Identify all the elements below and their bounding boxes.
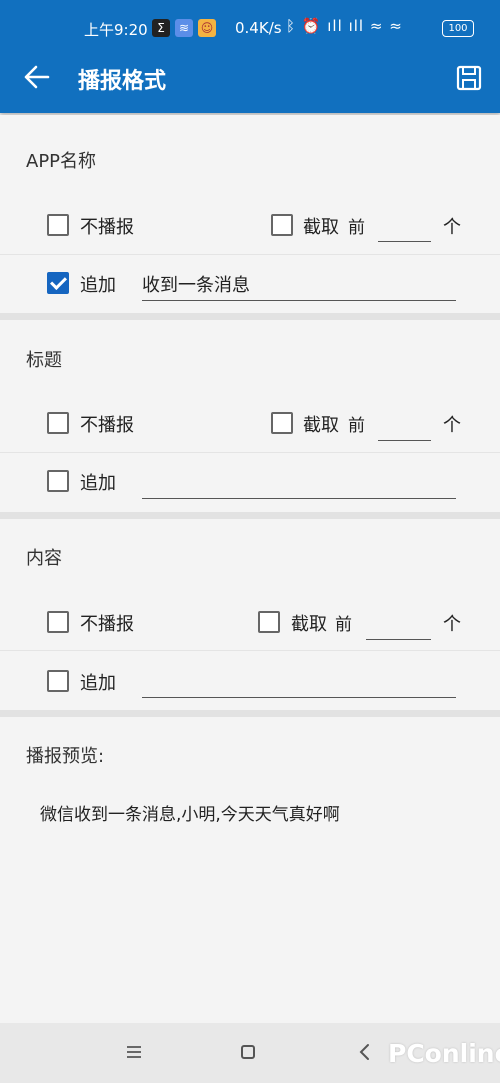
- home-icon[interactable]: [241, 1045, 255, 1059]
- signal-hd-icon: ıll: [327, 17, 343, 35]
- voice-icon: ≋: [175, 19, 193, 37]
- alarm-icon: ⏰: [301, 17, 322, 35]
- truncate-prefix: 前: [348, 416, 365, 436]
- no-broadcast-label: 不播报: [80, 614, 134, 635]
- no-broadcast-checkbox[interactable]: [47, 611, 69, 633]
- section-title: APP名称: [26, 151, 97, 172]
- section-divider: [0, 313, 500, 320]
- truncate-label: 截取: [303, 217, 339, 238]
- truncate-input-underline: [366, 639, 431, 640]
- section-title-field: 标题 不播报 截取 前 个 追加: [0, 320, 500, 512]
- truncate-checkbox[interactable]: [271, 412, 293, 434]
- status-bar: 上午9:20 Σ ≋ ☺ 0.4K/s ᛒ ⏰ ıll ıll ≈ ≈ 100: [0, 0, 500, 58]
- append-input-underline: [142, 697, 456, 698]
- watermark-logo: PConline: [388, 1039, 500, 1068]
- append-checkbox[interactable]: [47, 670, 69, 692]
- truncate-input-underline: [378, 440, 431, 441]
- battery-icon: 100: [442, 20, 474, 37]
- append-checkbox[interactable]: [47, 470, 69, 492]
- bluetooth-icon: ᛒ: [286, 17, 297, 35]
- sigma-icon: Σ: [152, 19, 170, 37]
- append-checkbox[interactable]: [47, 272, 69, 294]
- truncate-prefix: 前: [335, 615, 352, 635]
- wifi-icon: ≈: [389, 17, 403, 35]
- truncate-input-underline: [378, 241, 431, 242]
- net-speed: 0.4K/s: [235, 19, 282, 37]
- truncate-checkbox[interactable]: [258, 611, 280, 633]
- append-label: 追加: [80, 673, 116, 694]
- section-app-name: APP名称 不播报 截取 前 个 追加 收到一条消息: [0, 115, 500, 313]
- truncate-label: 截取: [303, 415, 339, 436]
- section-divider: [0, 710, 500, 717]
- truncate-prefix: 前: [348, 218, 365, 238]
- truncate-suffix: 个: [443, 217, 461, 238]
- back-arrow-icon[interactable]: [22, 62, 52, 92]
- preview-label: 播报预览:: [26, 746, 105, 767]
- wifi-icon: ≈: [369, 17, 384, 35]
- append-label: 追加: [80, 275, 116, 296]
- append-text-input[interactable]: 收到一条消息: [142, 271, 250, 297]
- append-input-underline: [142, 300, 456, 301]
- no-broadcast-label: 不播报: [80, 217, 134, 238]
- avatar-icon: ☺: [198, 19, 216, 37]
- status-time: 上午9:20: [84, 21, 148, 39]
- system-nav-bar: PConline: [0, 1023, 500, 1083]
- nav-back-icon[interactable]: [358, 1043, 372, 1061]
- append-input-underline: [142, 498, 456, 499]
- no-broadcast-checkbox[interactable]: [47, 214, 69, 236]
- menu-icon[interactable]: [126, 1045, 142, 1059]
- signal-hd-icon: ıll: [348, 17, 365, 35]
- preview-text: 微信收到一条消息,小明,今天天气真好啊: [40, 805, 340, 825]
- section-title: 内容: [26, 548, 62, 569]
- no-broadcast-checkbox[interactable]: [47, 412, 69, 434]
- status-icons: ᛒ ⏰ ıll ıll ≈ ≈: [286, 17, 403, 35]
- row-divider: [0, 452, 500, 453]
- no-broadcast-label: 不播报: [80, 415, 134, 436]
- section-content: 内容 不播报 截取 前 个 追加: [0, 519, 500, 710]
- truncate-label: 截取: [291, 614, 327, 635]
- app-bar: 上午9:20 Σ ≋ ☺ 0.4K/s ᛒ ⏰ ıll ıll ≈ ≈ 100 …: [0, 0, 500, 113]
- section-divider: [0, 512, 500, 519]
- save-icon[interactable]: [456, 65, 482, 91]
- page-title: 播报格式: [78, 69, 167, 94]
- row-divider: [0, 650, 500, 651]
- truncate-checkbox[interactable]: [271, 214, 293, 236]
- truncate-suffix: 个: [443, 415, 461, 436]
- section-title: 标题: [26, 350, 62, 371]
- truncate-suffix: 个: [443, 614, 461, 635]
- append-label: 追加: [80, 473, 116, 494]
- row-divider: [0, 254, 500, 255]
